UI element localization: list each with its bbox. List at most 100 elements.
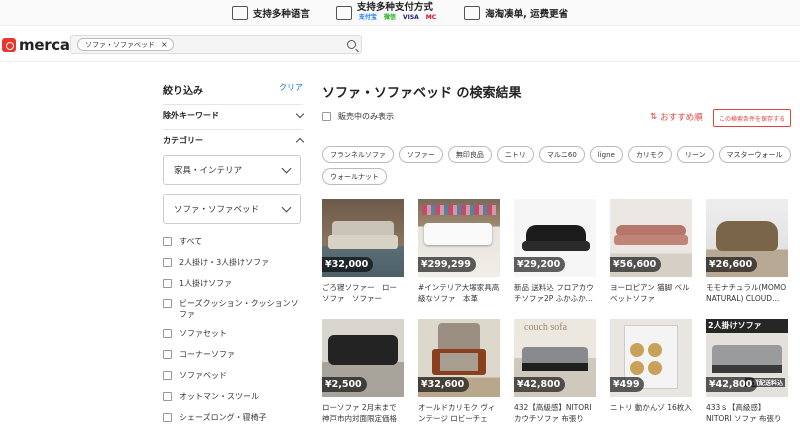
couch-sofa-text: couch sofa xyxy=(524,322,568,333)
product-image[interactable]: ¥32,000 xyxy=(322,199,404,277)
product-image[interactable]: ¥299,299 xyxy=(418,199,500,277)
category-item-set[interactable]: ソファセット xyxy=(163,328,227,339)
tag-chip[interactable]: カリモク xyxy=(627,146,672,163)
tag-chip[interactable]: リーン xyxy=(676,146,714,163)
product-title[interactable]: #インテリア大塚家具高級なソファ 本革 と... xyxy=(418,282,500,304)
category-item-corner[interactable]: コーナーソファ xyxy=(163,349,235,360)
product-card[interactable]: ¥499 ニトリ 動かんゾ 16枚入 xyxy=(610,319,692,424)
product-title[interactable]: オールドカリモク ヴィンテージ ロビーチェア... xyxy=(418,402,500,424)
category-item-label: 2人掛け・3人掛けソファ xyxy=(179,258,270,267)
tag-chip[interactable]: マスターウォール xyxy=(718,146,791,163)
payment-logos: 支付宝 微信 VISA MC xyxy=(357,13,438,23)
sort-dropdown[interactable]: ⇅ おすすめ順 xyxy=(650,111,703,123)
tag-chip[interactable]: 無印良品 xyxy=(447,146,492,163)
promo-language: 支持多种语言 xyxy=(231,5,310,20)
category-item-ottoman[interactable]: オットマン・スツール xyxy=(163,391,259,402)
product-card[interactable]: ¥56,600 ヨーロピアン 猫脚 ベルベットソファ xyxy=(610,199,692,304)
product-price: ¥499 xyxy=(610,377,645,392)
product-price: ¥299,299 xyxy=(418,257,476,272)
product-image[interactable]: ¥2,500 xyxy=(322,319,404,397)
checkbox[interactable] xyxy=(322,112,331,121)
product-title[interactable]: ローソファ 2月末まで神戸市内対面限定価格 xyxy=(322,402,404,424)
promo-bar: 支持多种语言 支持多种支付方式 支付宝 微信 VISA MC 海淘凑单, 运费更… xyxy=(0,0,800,26)
checkbox[interactable] xyxy=(163,371,172,380)
product-title[interactable]: ごろ寝ソファー ローソファ ソファー ニ... xyxy=(322,282,404,304)
tag-chip[interactable]: ソファー xyxy=(398,146,443,163)
card-icon xyxy=(335,5,352,20)
product-price: ¥2,500 xyxy=(322,377,367,392)
product-image[interactable]: 2人掛けソファ 設置配送料込 ¥42,800 xyxy=(706,319,788,397)
product-card[interactable]: couch sofa ¥42,800 432【高級感】NITORI カウチソファ… xyxy=(514,319,596,424)
product-card[interactable]: ¥26,600 モモナチュラル(MOMO NATURAL) CLOUD... xyxy=(706,199,788,304)
checkbox[interactable] xyxy=(163,237,172,246)
category-select-2[interactable]: ソファ・ソファベッド xyxy=(163,194,301,224)
product-image[interactable]: ¥26,600 xyxy=(706,199,788,277)
product-image[interactable]: ¥32,600 xyxy=(418,319,500,397)
product-card[interactable]: ¥32,600 オールドカリモク ヴィンテージ ロビーチェア... xyxy=(418,319,500,424)
search-chip[interactable]: ソファ・ソファベッド × xyxy=(77,38,174,51)
product-card[interactable]: 2人掛けソファ 設置配送料込 ¥42,800 433ｓ【高級感】NITORI ソ… xyxy=(706,319,788,424)
category-item-label: ビーズクッション・クッションソファ xyxy=(179,299,299,319)
tag-chip[interactable]: ligne xyxy=(589,146,623,163)
product-title[interactable]: 432【高級感】NITORI カウチソファ 布張り フ... xyxy=(514,402,596,424)
tag-chip[interactable]: ウォールナット xyxy=(322,168,387,185)
sort-icon: ⇅ xyxy=(650,112,658,122)
checkbox[interactable] xyxy=(163,413,172,422)
category-item-2-3-seat[interactable]: 2人掛け・3人掛けソファ xyxy=(163,257,269,268)
visa-logo: VISA xyxy=(402,13,419,21)
chevron-down-icon xyxy=(295,109,305,119)
tag-chip[interactable]: ニトリ xyxy=(496,146,534,163)
category-item-beads[interactable]: ビーズクッション・クッションソファ xyxy=(163,298,301,320)
tag-chip[interactable]: フランネルソファ xyxy=(322,146,394,163)
checkbox[interactable] xyxy=(163,299,172,308)
close-icon[interactable]: × xyxy=(161,40,168,49)
exclude-keyword-toggle[interactable]: 除外キーワード xyxy=(163,104,305,126)
product-title[interactable]: 433ｓ【高級感】NITORI ソファ 布張り ファブ... xyxy=(706,402,788,424)
checkbox[interactable] xyxy=(163,258,172,267)
filter-title: 絞り込み xyxy=(163,86,203,97)
checkbox[interactable] xyxy=(163,350,172,359)
checkbox[interactable] xyxy=(163,329,172,338)
product-title[interactable]: ヨーロピアン 猫脚 ベルベットソファ xyxy=(610,282,692,304)
save-search-button[interactable]: この検索条件を保存する xyxy=(713,109,791,127)
promo-shipping-label: 海淘凑单, 运费更省 xyxy=(485,8,569,20)
category-item-bed[interactable]: ソファベッド xyxy=(163,370,227,381)
product-card[interactable]: ¥29,200 新品 送料込 フロアカウチソファ2P ふかふか... xyxy=(514,199,596,304)
tag-chip[interactable]: マルニ60 xyxy=(538,146,585,163)
promo-payment: 支持多种支付方式 支付宝 微信 VISA MC xyxy=(335,2,438,23)
product-title[interactable]: モモナチュラル(MOMO NATURAL) CLOUD... xyxy=(706,282,788,304)
product-image[interactable]: ¥499 xyxy=(610,319,692,397)
product-card[interactable]: ¥2,500 ローソファ 2月末まで神戸市内対面限定価格 xyxy=(322,319,404,424)
product-price: ¥56,600 xyxy=(610,257,662,272)
category-item-label: オットマン・スツール xyxy=(179,392,259,401)
site-header: mercari ソファ・ソファベッド × xyxy=(0,26,800,62)
product-price: ¥26,600 xyxy=(706,257,758,272)
checkbox[interactable] xyxy=(163,392,172,401)
category-select-1-value: 家具・インテリア xyxy=(174,166,243,176)
product-card[interactable]: ¥32,000 ごろ寝ソファー ローソファ ソファー ニ... xyxy=(322,199,404,304)
product-image[interactable]: ¥29,200 xyxy=(514,199,596,277)
product-title[interactable]: ニトリ 動かんゾ 16枚入 xyxy=(610,402,692,424)
product-price: ¥32,000 xyxy=(322,257,374,272)
product-price: ¥42,800 xyxy=(706,377,758,392)
clear-link[interactable]: クリア xyxy=(279,82,303,97)
category-item-chaise[interactable]: シェーズロング・寝椅子 xyxy=(163,412,267,423)
product-title[interactable]: 新品 送料込 フロアカウチソファ2P ふかふか... xyxy=(514,282,596,304)
checkbox[interactable] xyxy=(163,279,172,288)
category-item-label: ソファセット xyxy=(179,329,227,338)
sold-only-toggle[interactable]: 販売中のみ表示 xyxy=(322,111,394,122)
category-item-1-seat[interactable]: 1人掛けソファ xyxy=(163,278,232,289)
category-select-1[interactable]: 家具・インテリア xyxy=(163,155,301,185)
product-image[interactable]: ¥56,600 xyxy=(610,199,692,277)
product-price: ¥29,200 xyxy=(514,257,566,272)
product-card[interactable]: ¥299,299 #インテリア大塚家具高級なソファ 本革 と... xyxy=(418,199,500,304)
search-chip-label: ソファ・ソファベッド xyxy=(85,40,155,49)
search-input[interactable]: ソファ・ソファベッド × xyxy=(70,35,362,54)
search-icon[interactable] xyxy=(347,40,356,49)
product-image[interactable]: couch sofa ¥42,800 xyxy=(514,319,596,397)
wechat-logo: 微信 xyxy=(383,13,396,21)
mercari-logo-icon xyxy=(2,38,16,52)
category-item-all[interactable]: すべて xyxy=(163,236,202,247)
category-toggle[interactable]: カテゴリー xyxy=(163,129,305,151)
category-item-label: コーナーソファ xyxy=(179,350,235,359)
